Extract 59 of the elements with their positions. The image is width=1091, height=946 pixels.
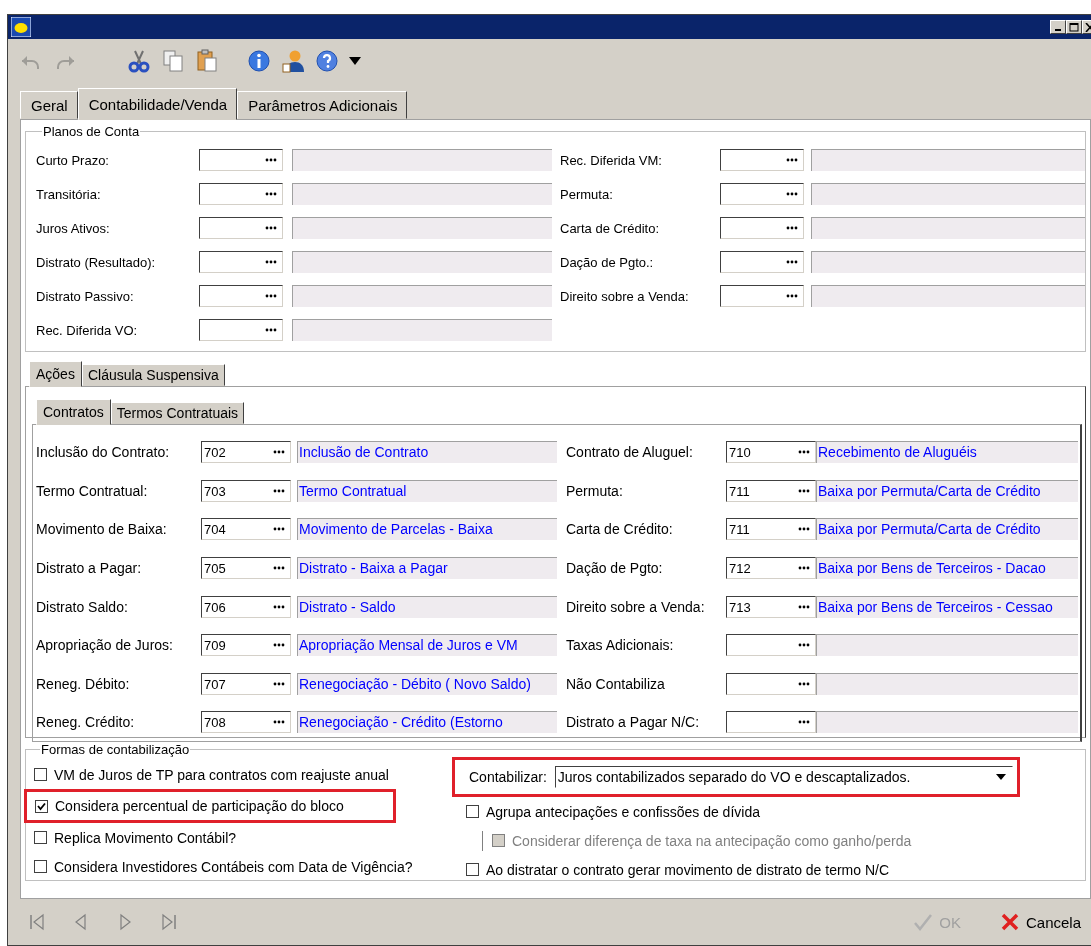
description-field: Baixa por Permuta/Carta de Crédito xyxy=(816,479,1078,502)
field-label: Dação de Pgto: xyxy=(566,560,664,577)
description-field: Renegociação - Crédito (Estorno xyxy=(297,711,557,734)
field-label: Direito sobre a Venda: xyxy=(566,598,706,615)
field-label: Direito sobre a Venda: xyxy=(560,288,690,304)
field-label: Distrato Passivo: xyxy=(36,288,135,304)
field-label: Taxas Adicionais: xyxy=(566,637,675,654)
description-field: Movimento de Parcelas - Baixa xyxy=(297,518,557,541)
tab[interactable]: Termos Contratuais xyxy=(110,402,245,424)
field-label: Reneg. Crédito: xyxy=(36,714,136,731)
checkbox-label: Ao distratar o contrato gerar movimento de distrato de termo N/C xyxy=(486,861,890,878)
group-title: Planos de Conta xyxy=(43,124,140,139)
description-field: Inclusão de Contrato xyxy=(297,441,557,464)
dropdown[interactable]: Juros contabilizados separado do VO e descaptalizados. xyxy=(554,766,1013,788)
group-title: Formas de contabilização xyxy=(41,742,190,757)
field-label: Contabilizar: xyxy=(469,769,547,785)
description-field: Baixa por Permuta/Carta de Crédito xyxy=(816,518,1078,541)
checkbox-label: Considerar diferença de taxa na antecipação como ganho/perda xyxy=(512,832,912,849)
field-label: Distrato Saldo: xyxy=(36,598,129,615)
field-label: Dação de Pgto.: xyxy=(560,254,655,270)
description-field: Termo Contratual xyxy=(297,479,557,502)
tab[interactable]: Contabilidade/Venda xyxy=(77,88,238,120)
field-label: Permuta: xyxy=(560,186,614,202)
field-label: Termo Contratual: xyxy=(36,482,149,499)
tab[interactable]: Cláusula Suspensiva xyxy=(81,364,225,386)
field-label: Distrato (Resultado): xyxy=(36,254,157,270)
field-label: Não Contabiliza xyxy=(566,675,666,692)
field-label: Rec. Diferida VO: xyxy=(36,322,139,338)
field-label: Rec. Diferida VM: xyxy=(560,152,663,168)
checkbox-label: VM de Juros de TP para contratos com reajuste anual xyxy=(54,766,389,783)
description-field: Baixa por Bens de Terceiros - Dacao xyxy=(816,557,1078,580)
checkbox-label: Considera percentual de participação do bloco xyxy=(55,798,344,814)
field-label: Reneg. Débito: xyxy=(36,675,131,692)
description-field: Distrato - Saldo xyxy=(297,595,557,618)
tab[interactable]: Parâmetros Adicionais xyxy=(237,91,408,119)
field-label: Distrato a Pagar: xyxy=(36,560,143,577)
field-label: Carta de Crédito: xyxy=(560,220,660,236)
field-label: Contrato de Aluguel: xyxy=(566,444,694,461)
field-label: Transitória: xyxy=(36,186,102,202)
field-label: Curto Prazo: xyxy=(36,152,110,168)
cancel-button[interactable]: Cancela xyxy=(994,912,1085,932)
field-label: Apropriação de Juros: xyxy=(36,637,174,654)
description-field: Apropriação Mensal de Juros e VM xyxy=(297,634,557,657)
field-label: Inclusão do Contrato: xyxy=(36,444,171,461)
checkbox-label: Considera Investidores Contábeis com Data de Vigência? xyxy=(54,858,413,875)
field-label: Carta de Crédito: xyxy=(566,521,674,538)
field-label: Permuta: xyxy=(566,482,624,499)
checkbox-label: Agrupa antecipações e confissões de dívida xyxy=(486,803,760,820)
field-label: Juros Ativos: xyxy=(36,220,111,236)
field-label: Movimento de Baixa: xyxy=(36,521,168,538)
field-label: Distrato a Pagar N/C: xyxy=(566,714,701,731)
tab[interactable]: Contratos xyxy=(36,399,111,425)
description-field: Baixa por Bens de Terceiros - Cessao xyxy=(816,595,1078,618)
description-field: Renegociação - Débito ( Novo Saldo) xyxy=(297,672,557,695)
description-field: Recebimento de Aluguéis xyxy=(816,441,1078,464)
checkbox-label: Replica Movimento Contábil? xyxy=(54,829,237,846)
tab[interactable]: Ações xyxy=(29,361,82,387)
tab[interactable]: Geral xyxy=(20,91,78,119)
description-field: Distrato - Baixa a Pagar xyxy=(297,557,557,580)
